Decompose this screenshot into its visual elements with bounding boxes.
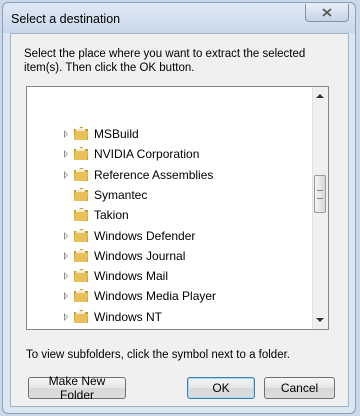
- tree-item[interactable]: Symantec: [27, 185, 313, 205]
- dialog-body: Select the place where you want to extra…: [10, 33, 349, 407]
- folder-icon: [74, 289, 88, 303]
- instruction-text: Select the place where you want to extra…: [24, 48, 306, 74]
- tree-item[interactable]: Windows Photo Viewer: [27, 327, 313, 330]
- hint-text: To view subfolders, click the symbol nex…: [26, 349, 290, 361]
- tree-item-label: Windows Journal: [94, 248, 186, 263]
- folder-icon: [74, 187, 88, 201]
- tree-item-label: Takion: [94, 208, 129, 223]
- expand-arrow-icon[interactable]: [64, 170, 68, 179]
- ok-button[interactable]: OK: [187, 377, 255, 399]
- tree-item-label: Windows Mail: [94, 269, 169, 284]
- tree-item-label: MSBuild: [94, 127, 139, 141]
- tree-item[interactable]: NVIDIA Corporation: [27, 144, 313, 164]
- folder-icon: [73, 329, 89, 330]
- scroll-up-arrow-icon[interactable]: [316, 94, 324, 98]
- close-icon: [322, 8, 332, 17]
- cancel-button[interactable]: Cancel: [264, 377, 335, 399]
- scroll-down-arrow-icon[interactable]: [316, 318, 324, 322]
- tree-item-label: Windows Media Player: [94, 289, 217, 304]
- tree-item[interactable]: Windows NT: [27, 307, 313, 327]
- expand-arrow-icon[interactable]: [64, 312, 68, 321]
- folder-icon: [74, 269, 88, 283]
- tree-item[interactable]: Reference Assemblies: [27, 165, 313, 185]
- folder-icon: [74, 208, 88, 222]
- folder-icon: [74, 228, 88, 242]
- tree-item-label: Reference Assemblies: [94, 167, 214, 182]
- expand-arrow-icon[interactable]: [64, 130, 68, 138]
- tree-item-label: Windows Defender: [94, 228, 196, 243]
- make-new-folder-button[interactable]: Make New Folder: [28, 374, 126, 402]
- tree-item-label: NVIDIA Corporation: [94, 147, 200, 162]
- tree-item[interactable]: Windows Mail: [27, 266, 313, 286]
- tree-scrollbar[interactable]: [312, 87, 328, 329]
- folder-icon: [74, 147, 88, 161]
- folder-icon: [74, 248, 88, 262]
- folder-icon: [74, 127, 88, 140]
- scroll-thumb[interactable]: [314, 175, 326, 213]
- tree-item[interactable]: Windows Defender: [27, 226, 313, 246]
- expand-arrow-icon[interactable]: [64, 231, 68, 240]
- select-destination-dialog: Select a destination Select the place wh…: [2, 2, 356, 414]
- tree-item-label: Symantec: [94, 187, 148, 202]
- title-bar[interactable]: Select a destination: [3, 3, 355, 33]
- tree-item[interactable]: MSBuild: [27, 124, 313, 144]
- tree-item[interactable]: Takion: [27, 205, 313, 225]
- folder-icon: [74, 309, 88, 323]
- close-button[interactable]: [305, 4, 349, 22]
- expand-arrow-icon[interactable]: [64, 150, 68, 159]
- dialog-title: Select a destination: [11, 12, 121, 26]
- expand-arrow-icon[interactable]: [64, 251, 68, 260]
- tree-item[interactable]: Windows Media Player: [27, 286, 313, 306]
- tree-item-label: Windows NT: [94, 309, 163, 324]
- folder-tree[interactable]: MSBuild NVIDIA Corporation Reference Assem…: [26, 86, 329, 330]
- expand-arrow-icon[interactable]: [64, 292, 68, 301]
- tree-item[interactable]: Windows Journal: [27, 246, 313, 266]
- folder-icon: [74, 167, 88, 181]
- expand-arrow-icon[interactable]: [64, 272, 68, 281]
